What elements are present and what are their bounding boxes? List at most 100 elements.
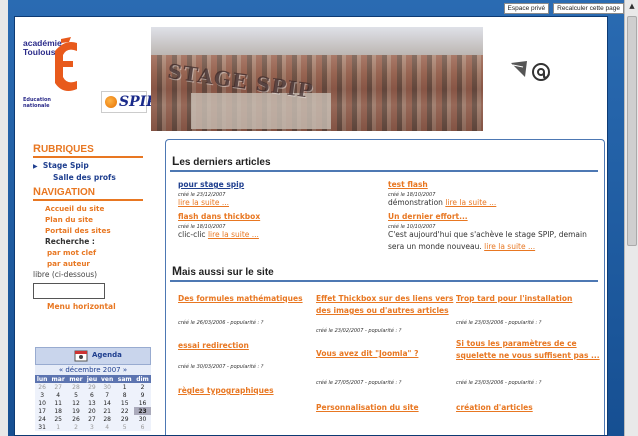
article-summary: C'est aujourd'hui que s'achève le stage … <box>388 230 587 251</box>
calendar-day[interactable]: 10 <box>35 399 50 407</box>
calendar-day[interactable]: 30 <box>134 415 151 423</box>
spip-logo[interactable]: SPIP <box>101 91 157 113</box>
calendar-day-header: lun <box>35 375 50 383</box>
also-article-title[interactable]: règles typographiques <box>178 385 274 397</box>
calendar-day[interactable]: 6 <box>134 423 151 431</box>
read-more-link[interactable]: lire la suite ... <box>484 242 535 251</box>
rubriques-heading: RUBRIQUES <box>33 143 143 158</box>
calendar-day[interactable]: 23 <box>134 407 151 415</box>
also-article-meta: créé le 26/03/2006 - popularité : ? <box>178 320 264 326</box>
also-article-title[interactable]: Personnalisation du site <box>316 402 419 414</box>
calendar-day-header: mar <box>49 375 68 383</box>
calendar-day[interactable]: 3 <box>84 423 99 431</box>
calendar-day[interactable]: 9 <box>134 391 151 399</box>
calendar-day[interactable]: 2 <box>134 383 151 391</box>
calendar-day[interactable]: 2 <box>67 423 85 431</box>
also-article-title[interactable]: Des formules mathématiques <box>178 293 303 305</box>
academie-logo[interactable]: académie Toulouse Education nationale SP… <box>21 37 157 117</box>
vertical-scrollbar[interactable]: ▲ <box>624 0 638 436</box>
calendar-day[interactable]: 22 <box>115 407 135 415</box>
recalculate-page-button[interactable]: Recalculer cette page <box>553 3 624 14</box>
calendar-day[interactable]: 17 <box>35 407 50 415</box>
calendar-day[interactable]: 21 <box>98 407 116 415</box>
calendar-day[interactable]: 14 <box>98 399 116 407</box>
sidebar-item-salle-des-profs[interactable]: Salle des profs <box>53 172 159 183</box>
article-title[interactable]: Un dernier effort... <box>388 212 468 221</box>
sidebar-item-stage-spip[interactable]: ▶ Stage Spip <box>33 160 159 172</box>
calendar-day[interactable]: 29 <box>115 415 135 423</box>
private-space-button[interactable]: Espace privé <box>503 3 550 14</box>
also-article-title[interactable]: Vous avez dit "Joomla" ? <box>316 348 418 360</box>
latest-articles-heading: Les derniers articles <box>172 154 271 168</box>
search-input[interactable] <box>33 282 105 299</box>
calendar-day[interactable]: 27 <box>84 415 99 423</box>
article-title[interactable]: test flash <box>388 180 428 189</box>
calendar-day[interactable]: 25 <box>49 415 68 423</box>
section-divider <box>170 170 598 172</box>
calendar-day[interactable]: 4 <box>49 391 68 399</box>
calendar-day[interactable]: 24 <box>35 415 50 423</box>
calendar-day[interactable]: 11 <box>49 399 68 407</box>
spip-dot-icon <box>105 96 117 108</box>
calendar-day[interactable]: 1 <box>115 383 135 391</box>
calendar-table: lun mar mer jeu ven sam dim 26 27 28 29 30 1 2 3 4 5 6 7 8… <box>35 375 151 431</box>
read-more-link[interactable]: lire la suite ... <box>208 230 259 239</box>
calendar-day[interactable]: 3 <box>35 391 50 399</box>
calendar-day[interactable]: 28 <box>67 383 85 391</box>
calendar-day[interactable]: 6 <box>84 391 99 399</box>
article-summary: démonstration lire la suite ... <box>388 198 497 207</box>
calendar-day[interactable]: 29 <box>84 383 99 391</box>
calendar-day[interactable]: 18 <box>49 407 68 415</box>
calendar-day[interactable]: 20 <box>84 407 99 415</box>
calendar-day[interactable]: 4 <box>98 423 116 431</box>
section-divider <box>170 280 598 282</box>
link-plan-du-site[interactable]: Plan du site <box>45 214 159 225</box>
also-article-title[interactable]: Trop tard pour l'installation <box>456 293 572 305</box>
also-article-meta: créé le 30/03/2007 - popularité : ? <box>178 364 264 370</box>
read-more-link[interactable]: lire la suite ... <box>445 198 496 207</box>
link-accueil[interactable]: Accueil du site <box>45 203 159 214</box>
calendar-day[interactable]: 26 <box>67 415 85 423</box>
also-article-title[interactable]: création d'articles <box>456 402 533 414</box>
calendar-day-header: mer <box>67 375 85 383</box>
sidebar-navigation: RUBRIQUES ▶ Stage Spip Salle des profs N… <box>33 143 159 313</box>
calendar-day[interactable]: 26 <box>35 383 50 391</box>
scroll-up-icon[interactable]: ▲ <box>627 2 637 12</box>
calendar-day[interactable]: 27 <box>49 383 68 391</box>
menu-horizontal-link[interactable]: Menu horizontal <box>47 301 159 313</box>
calendar-day[interactable]: 28 <box>98 415 116 423</box>
also-article-meta: créé le 23/02/2007 - popularité : ? <box>316 328 402 334</box>
article-title[interactable]: flash dans thickbox <box>178 212 260 221</box>
also-article-meta: créé le 23/03/2006 - popularité : ? <box>456 320 542 326</box>
read-more-link[interactable]: lire la suite ... <box>178 197 229 209</box>
also-article-title[interactable]: Effet Thickbox sur des liens vers des ima… <box>316 293 453 317</box>
calendar-day[interactable]: 15 <box>115 399 135 407</box>
contact-email-icon[interactable] <box>509 55 553 85</box>
agenda-title: Agenda <box>92 351 122 359</box>
calendar-day-header: dim <box>134 375 151 383</box>
link-par-auteur[interactable]: par auteur <box>47 258 159 269</box>
agenda-header: Agenda <box>35 347 151 365</box>
link-par-mot-clef[interactable]: par mot clef <box>47 247 159 258</box>
link-portail[interactable]: Portail des sites <box>45 225 159 236</box>
header-banner: STAGE SPIP <box>151 27 483 131</box>
article-title[interactable]: pour stage spip <box>178 180 244 189</box>
article-summary: clic-clic lire la suite ... <box>178 230 259 239</box>
calendar-day[interactable]: 30 <box>98 383 116 391</box>
calendar-day[interactable]: 5 <box>115 423 135 431</box>
calendar-day[interactable]: 5 <box>67 391 85 399</box>
scrollbar-thumb[interactable] <box>627 16 637 246</box>
calendar-day[interactable]: 19 <box>67 407 85 415</box>
calendar-day[interactable]: 8 <box>115 391 135 399</box>
calendar-day[interactable]: 12 <box>67 399 85 407</box>
agenda-month[interactable]: « décembre 2007 » <box>35 365 151 375</box>
calendar-day[interactable]: 7 <box>98 391 116 399</box>
calendar-day[interactable]: 13 <box>84 399 99 407</box>
also-on-site-heading: Mais aussi sur le site <box>172 264 274 278</box>
calendar-day[interactable]: 1 <box>49 423 68 431</box>
also-article-title[interactable]: essai redirection <box>178 340 249 352</box>
calendar-day[interactable]: 31 <box>35 423 50 431</box>
also-article-title[interactable]: Si tous les paramètres de ce squelette ne… <box>456 338 600 362</box>
navigation-heading: NAVIGATION <box>33 186 143 201</box>
calendar-day[interactable]: 16 <box>134 399 151 407</box>
